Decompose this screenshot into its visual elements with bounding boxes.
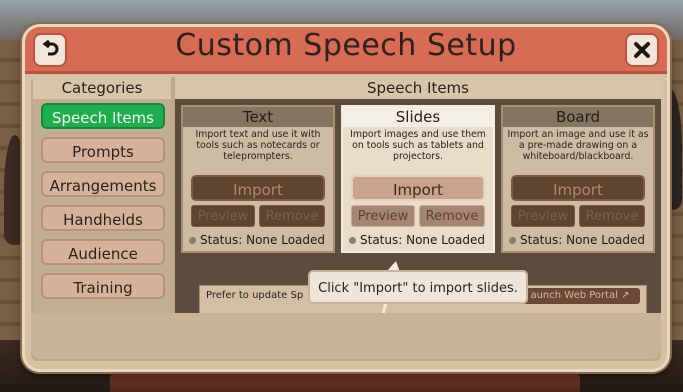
text-status: Status: None Loaded — [189, 233, 325, 247]
status-dot-icon — [509, 236, 516, 244]
status-text: Status: None Loaded — [200, 233, 326, 247]
status-dot-icon — [349, 236, 356, 244]
update-text: Prefer to update Sp — [206, 290, 304, 301]
category-handhelds[interactable]: Handhelds — [41, 205, 165, 231]
board-import-button[interactable]: Import — [511, 175, 645, 201]
text-remove-button[interactable]: Remove — [259, 205, 325, 227]
categories-header: Categories — [33, 77, 171, 99]
slides-preview-button[interactable]: Preview — [351, 205, 415, 227]
card-title: Slides — [343, 107, 493, 127]
window-title: Custom Speech Setup — [175, 28, 517, 63]
text-card: Text Import text and use it with tools s… — [181, 105, 335, 253]
board-card: Board Import an image and use it as a pr… — [501, 105, 655, 253]
close-icon — [634, 42, 650, 58]
title-bar: Custom Speech Setup — [25, 27, 667, 74]
category-training[interactable]: Training — [41, 273, 165, 299]
category-arrangements[interactable]: Arrangements — [41, 171, 165, 197]
board-preview-button[interactable]: Preview — [511, 205, 575, 227]
status-dot-icon — [189, 236, 196, 244]
card-description: Import text and use it with tools such a… — [195, 129, 321, 162]
import-tooltip: Click "Import" to import slides. — [308, 270, 528, 304]
text-import-button[interactable]: Import — [191, 175, 325, 201]
slides-remove-button[interactable]: Remove — [419, 205, 485, 227]
card-title: Text — [183, 107, 333, 127]
card-description: Import an image and use it as a pre-made… — [507, 129, 649, 162]
card-description: Import images and use them on tools such… — [350, 129, 486, 162]
slides-status: Status: None Loaded — [349, 233, 485, 247]
card-title: Board — [503, 107, 653, 127]
setup-window: Custom Speech Setup Categories Speech It… — [22, 24, 670, 372]
close-button[interactable] — [625, 33, 659, 67]
categories-panel: Categories Speech Items Prompts Arrangem… — [33, 77, 171, 337]
category-speech-items[interactable]: Speech Items — [41, 103, 165, 129]
board-remove-button[interactable]: Remove — [579, 205, 645, 227]
speech-items-header: Speech Items — [175, 77, 661, 99]
launch-web-portal-button[interactable]: aunch Web Portal ↗ — [520, 288, 640, 304]
board-status: Status: None Loaded — [509, 233, 645, 247]
text-preview-button[interactable]: Preview — [191, 205, 255, 227]
slides-import-button[interactable]: Import — [351, 175, 485, 201]
category-prompts[interactable]: Prompts — [41, 137, 165, 163]
podium — [110, 372, 580, 392]
status-text: Status: None Loaded — [520, 233, 646, 247]
status-text: Status: None Loaded — [360, 233, 486, 247]
slides-card: Slides Import images and use them on too… — [341, 105, 495, 253]
category-audience[interactable]: Audience — [41, 239, 165, 265]
bottom-strip — [31, 313, 661, 359]
